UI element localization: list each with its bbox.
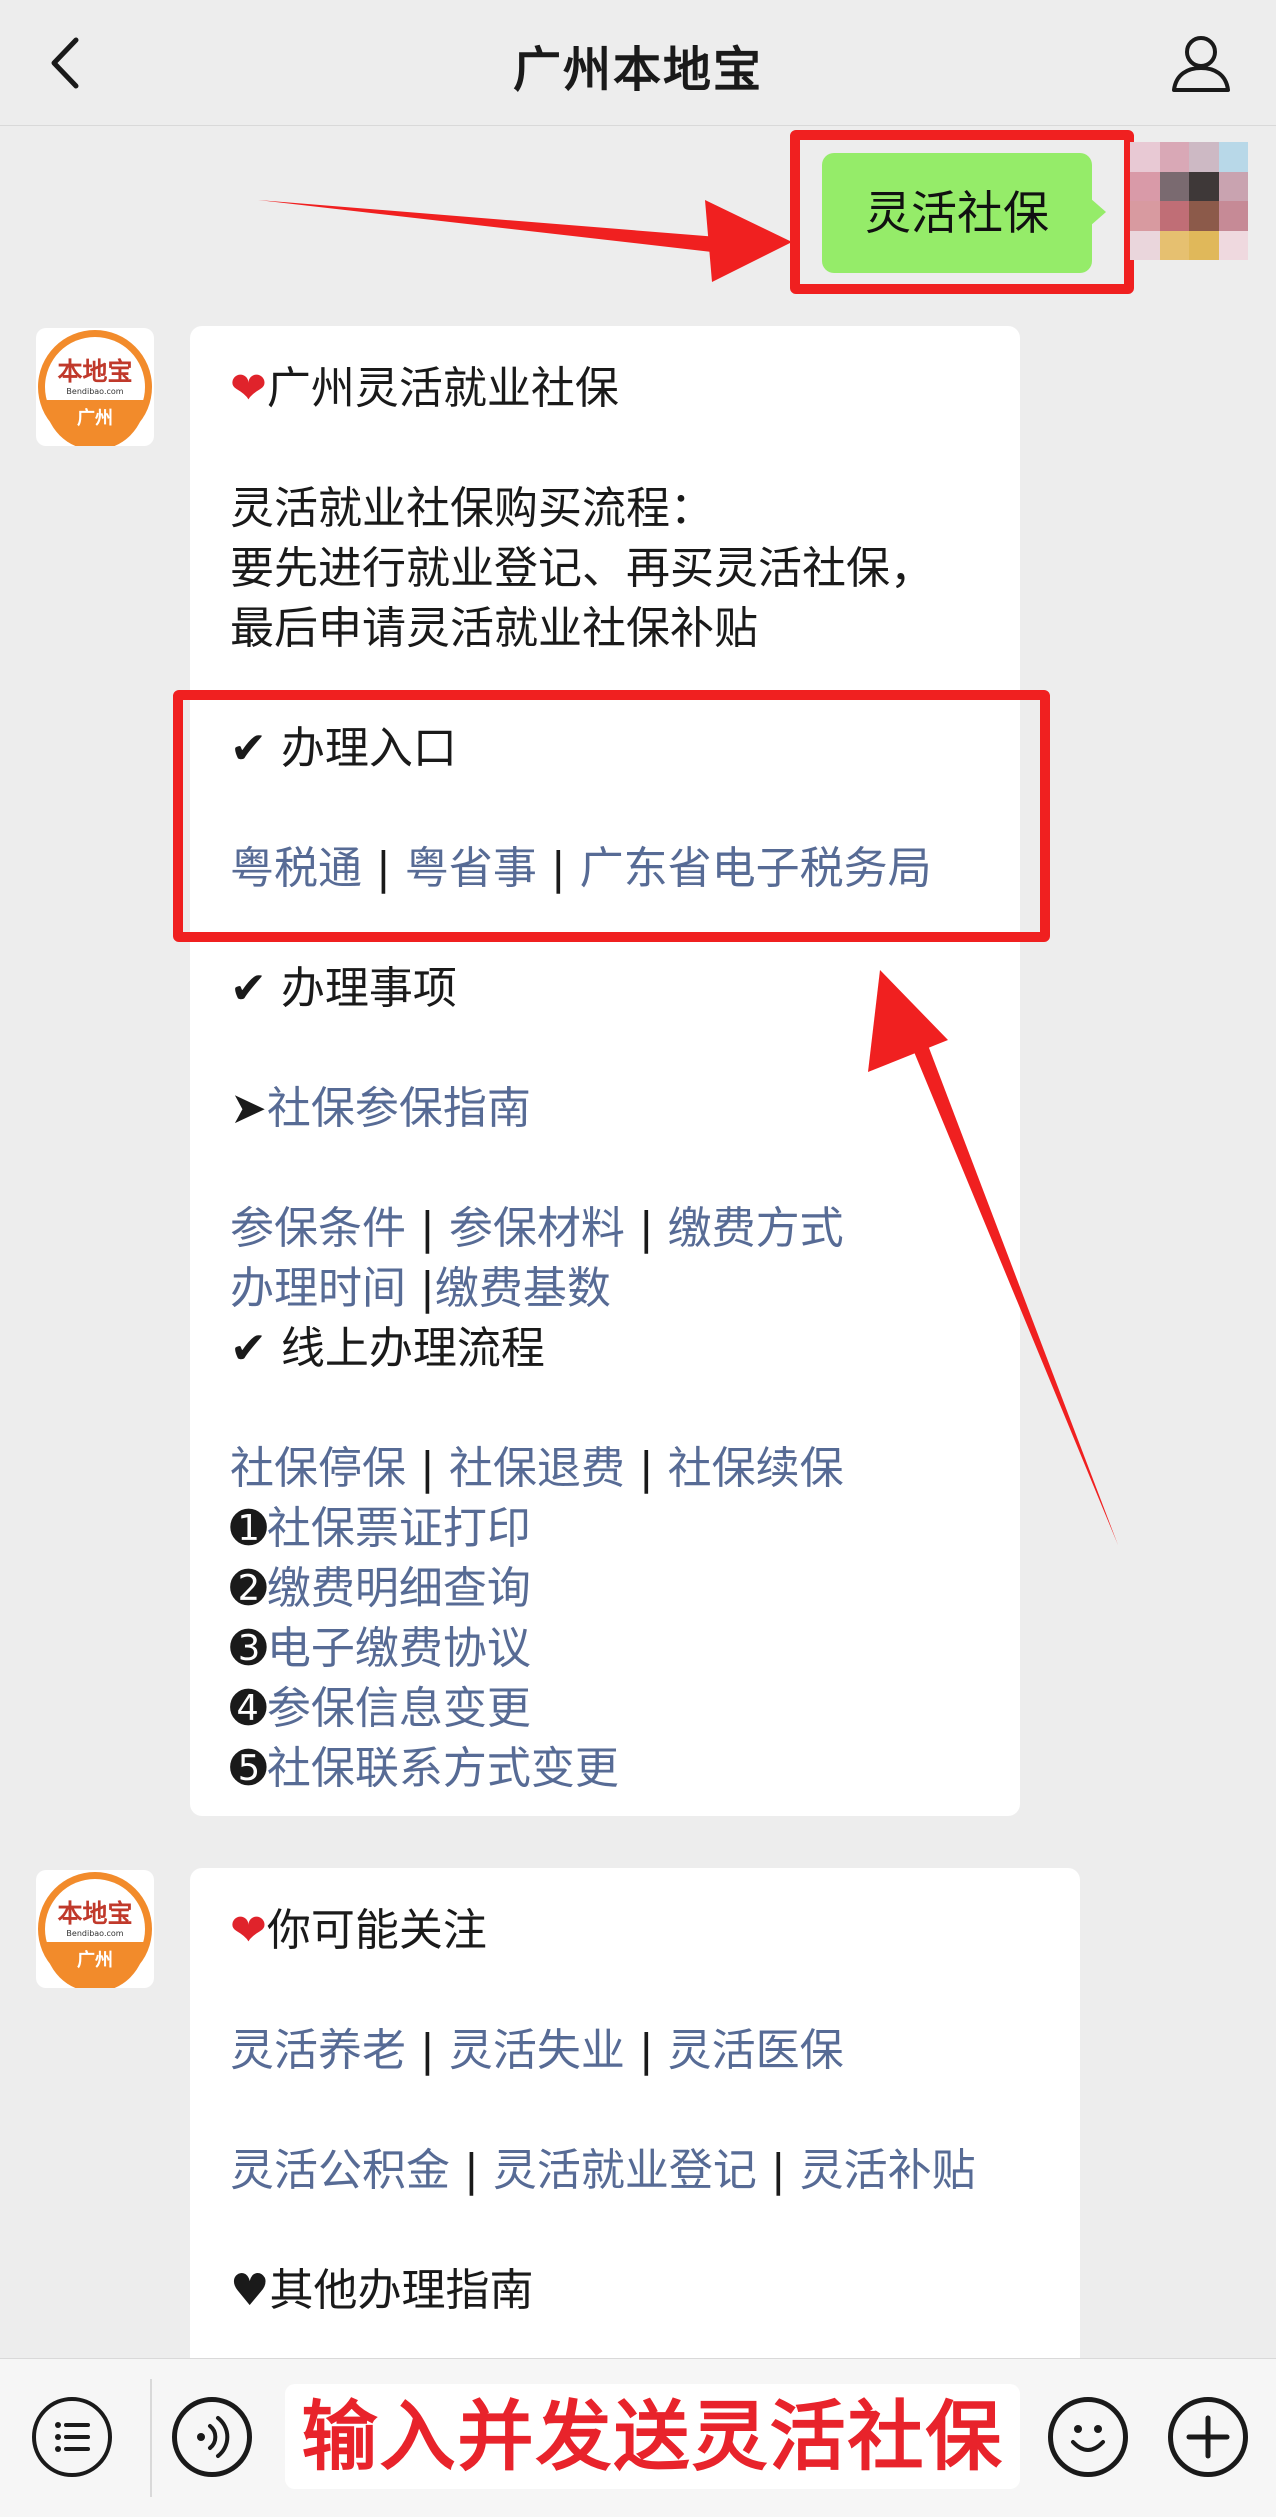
message-bubble-you-may-care: ❤你可能关注 灵活养老 | 灵活失业 | 灵活医保 灵活公积金 | 灵活就业登记…: [190, 1868, 1080, 2388]
message-heading: ❤你可能关注: [230, 1905, 487, 1956]
intro-line: 灵活就业社保购买流程：: [230, 483, 714, 534]
link-contact-change[interactable]: 社保联系方式变更: [267, 1743, 619, 1794]
input-bar: 输入并发送灵活社保: [0, 2358, 1276, 2517]
link-flexible-housing-fund[interactable]: 灵活公积金: [230, 2145, 450, 2196]
menu-icon: [55, 2422, 90, 2452]
heart-icon: ❤: [230, 1905, 267, 1956]
link-flexible-pension[interactable]: 灵活养老: [230, 2025, 406, 2076]
svg-text:广州: 广州: [77, 1949, 113, 1971]
numbered-item: ➋缴费明细查询: [230, 1563, 531, 1614]
emoji-icon: [1071, 2425, 1105, 2452]
arrow-icon: ➤: [230, 1083, 267, 1134]
link-flexible-employment-registration[interactable]: 灵活就业登记: [493, 2145, 757, 2196]
guide-line: ➤社保参保指南: [230, 1072, 531, 1136]
bot-avatar[interactable]: 本地宝 Bendibao.com 广州: [36, 1870, 154, 1988]
bendibao-logo: 本地宝 Bendibao.com 广州: [38, 330, 152, 446]
link-payment-details[interactable]: 缴费明细查询: [267, 1563, 531, 1614]
svg-text:Bendibao.com: Bendibao.com: [66, 387, 123, 396]
message-bubble-flexible-social-security: ❤广州灵活就业社保 灵活就业社保购买流程： 要先进行就业登记、再买灵活社保， 最…: [190, 326, 1020, 1816]
menu-button[interactable]: [32, 2397, 112, 2477]
link-flexible-medical[interactable]: 灵活医保: [668, 2025, 844, 2076]
numbered-item: ➌电子缴费协议: [230, 1623, 531, 1674]
numbered-item: ➍参保信息变更: [230, 1683, 531, 1734]
check-icon: ✔: [230, 963, 267, 1014]
black-heart-icon: ♥: [230, 2265, 270, 2316]
divider: [150, 2379, 152, 2497]
message-input[interactable]: 输入并发送灵活社保: [285, 2384, 1020, 2489]
svg-text:广州: 广州: [77, 407, 113, 429]
guide-links-row: 参保条件 | 参保材料 | 缴费方式: [230, 1203, 844, 1254]
matters-title: ✔ 办理事项: [230, 963, 457, 1014]
highlight-box-outgoing: [790, 130, 1134, 294]
numbered-item: ➎社保联系方式变更: [230, 1743, 619, 1794]
message-heading: ❤广州灵活就业社保: [230, 363, 619, 414]
svg-text:本地宝: 本地宝: [57, 357, 132, 386]
check-icon: ✔: [230, 1323, 267, 1374]
svg-text:Bendibao.com: Bendibao.com: [66, 1929, 123, 1938]
bendibao-logo: 本地宝 Bendibao.com 广州: [38, 1872, 152, 1988]
profile-button[interactable]: [1166, 28, 1236, 98]
person-icon: [1172, 36, 1230, 92]
related-links-row: 灵活养老 | 灵活失业 | 灵活医保: [230, 2025, 844, 2076]
link-eligibility[interactable]: 参保条件: [230, 1203, 406, 1254]
heart-icon: ❤: [230, 363, 267, 414]
voice-button[interactable]: [172, 2397, 252, 2477]
highlight-box-entry: [173, 690, 1050, 942]
numbered-item: ➊社保票证打印: [230, 1503, 531, 1554]
related-links-row: 灵活公积金 | 灵活就业登记 | 灵活补贴: [230, 2145, 976, 2196]
emoji-button[interactable]: [1048, 2397, 1128, 2477]
title-bar: 广州本地宝: [0, 0, 1276, 126]
user-avatar[interactable]: [1130, 142, 1248, 260]
link-e-payment-agreement[interactable]: 电子缴费协议: [267, 1623, 531, 1674]
plus-icon: [1186, 2415, 1230, 2459]
link-receipt-print[interactable]: 社保票证打印: [267, 1503, 531, 1554]
other-guides: ♥其他办理指南: [230, 2265, 534, 2316]
svg-text:本地宝: 本地宝: [57, 1899, 132, 1928]
intro-line: 最后申请灵活就业社保补贴: [230, 603, 758, 654]
link-payment-method[interactable]: 缴费方式: [668, 1203, 844, 1254]
link-suspend[interactable]: 社保停保: [230, 1443, 406, 1494]
link-flexible-unemployment[interactable]: 灵活失业: [449, 2025, 625, 2076]
link-materials[interactable]: 参保材料: [449, 1203, 625, 1254]
link-refund[interactable]: 社保退费: [449, 1443, 625, 1494]
arrow-to-outgoing: [258, 200, 792, 282]
voice-icon: [197, 2416, 230, 2458]
guide-links-row: 办理时间 |缴费基数: [230, 1263, 611, 1314]
bot-avatar[interactable]: 本地宝 Bendibao.com 广州: [36, 328, 154, 446]
link-resume[interactable]: 社保续保: [668, 1443, 844, 1494]
online-links-row: 社保停保 | 社保退费 | 社保续保: [230, 1443, 844, 1494]
page-title: 广州本地宝: [512, 42, 763, 98]
intro-line: 要先进行就业登记、再买灵活社保，: [230, 543, 934, 594]
online-title: ✔ 线上办理流程: [230, 1323, 545, 1374]
link-info-change[interactable]: 参保信息变更: [267, 1683, 531, 1734]
link-payment-base[interactable]: 缴费基数: [435, 1263, 611, 1314]
link-social-security-guide[interactable]: 社保参保指南: [267, 1083, 531, 1134]
link-office-hours[interactable]: 办理时间: [230, 1263, 406, 1314]
link-flexible-subsidy[interactable]: 灵活补贴: [800, 2145, 976, 2196]
plus-button[interactable]: [1168, 2397, 1248, 2477]
